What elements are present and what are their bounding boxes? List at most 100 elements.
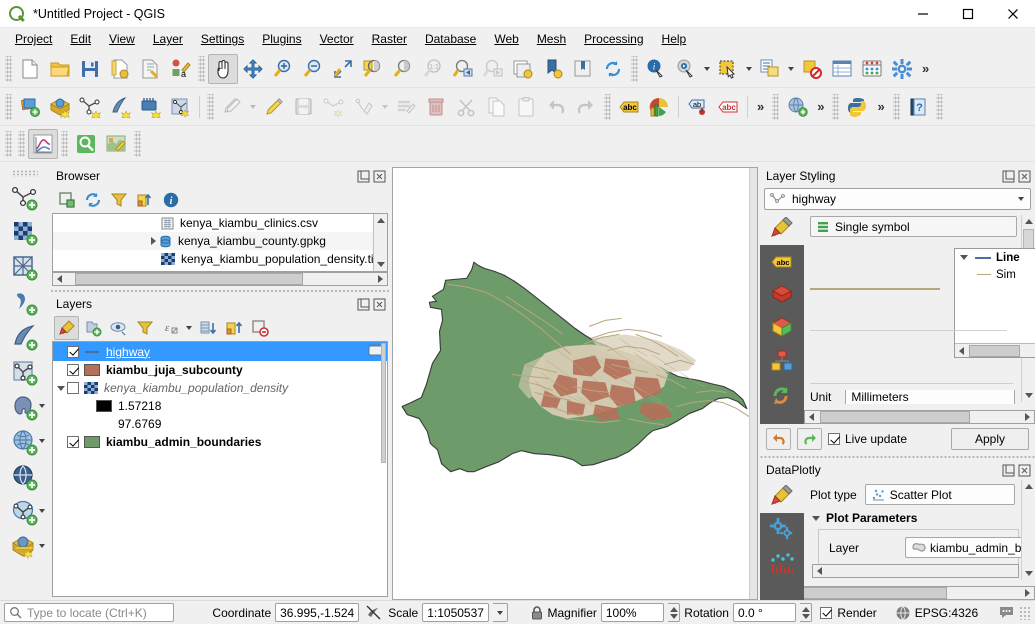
vertex-tool-dropdown[interactable] xyxy=(379,92,391,122)
cut-features-button[interactable] xyxy=(451,92,481,122)
highlight-labels-button[interactable]: abc xyxy=(713,92,743,122)
layer-visibility-checkbox[interactable] xyxy=(67,364,79,376)
add-wms-layer-button[interactable] xyxy=(135,92,165,122)
render-checkbox[interactable] xyxy=(820,606,833,619)
layer-visibility-checkbox[interactable] xyxy=(67,382,79,394)
layers-tree[interactable]: highway kiambu_juja_subcounty kenya_kiam… xyxy=(52,341,388,597)
rotation-stepper[interactable] xyxy=(800,603,813,622)
toolbar-grip[interactable] xyxy=(5,55,12,82)
select-features-button[interactable] xyxy=(713,54,743,84)
open-layer-styling-icon[interactable] xyxy=(54,315,79,340)
collapse-all-icon[interactable] xyxy=(221,316,246,340)
apply-button[interactable]: Apply xyxy=(951,428,1029,450)
expand-all-icon[interactable] xyxy=(195,316,220,340)
dataplotly-button[interactable] xyxy=(28,128,58,159)
plugins-overflow-chevron[interactable]: » xyxy=(872,99,889,114)
zoom-native-button[interactable]: 1:1 xyxy=(418,54,448,84)
new-project-button[interactable] xyxy=(15,54,45,84)
scroll-down-arrow[interactable] xyxy=(1022,567,1035,580)
unit-combo[interactable]: Millimeters xyxy=(845,390,1015,404)
diagrams-tab-icon[interactable] xyxy=(762,344,802,377)
quickosm-button[interactable] xyxy=(71,129,101,159)
run-feature-action-button[interactable] xyxy=(671,54,701,84)
coordinate-field[interactable]: 36.995,-1.524 xyxy=(275,603,360,622)
zoom-full-button[interactable] xyxy=(328,54,358,84)
modify-attributes-button[interactable] xyxy=(391,92,421,122)
renderer-type-combo[interactable]: Single symbol xyxy=(810,216,1017,237)
web-toolbar-button[interactable] xyxy=(782,92,812,122)
plot-parameters-group-header[interactable]: Plot Parameters xyxy=(804,505,1035,525)
maximize-button[interactable] xyxy=(945,0,990,28)
menu-view[interactable]: View xyxy=(100,30,144,48)
scroll-left-arrow[interactable] xyxy=(955,344,968,357)
browser-collapse-all-icon[interactable] xyxy=(132,188,157,212)
magnifier-field[interactable]: 100% xyxy=(600,603,665,622)
symbol-tree-row-line[interactable]: Line xyxy=(955,249,1035,266)
3d-view-tab-icon[interactable] xyxy=(762,311,802,344)
help-button[interactable]: ? xyxy=(903,92,933,122)
menu-layer[interactable]: Layer xyxy=(144,30,192,48)
zoom-next-button[interactable] xyxy=(478,54,508,84)
layer-row-highway[interactable]: highway xyxy=(53,342,387,361)
browser-item-clinics[interactable]: kenya_kiambu_clinics.csv xyxy=(53,214,387,232)
select-by-expression-button[interactable] xyxy=(755,54,785,84)
statistical-summary-button[interactable] xyxy=(857,54,887,84)
styling-undo-button[interactable] xyxy=(766,428,791,450)
collapse-icon[interactable] xyxy=(55,382,67,394)
zoom-out-button[interactable] xyxy=(298,54,328,84)
scroll-down-arrow[interactable] xyxy=(374,258,387,271)
layer-styling-close-icon[interactable] xyxy=(1018,170,1031,183)
collapse-icon[interactable] xyxy=(812,515,820,521)
magnifier-stepper[interactable] xyxy=(668,603,681,622)
add-raster-layer-vbutton[interactable] xyxy=(4,215,46,250)
save-project-button[interactable] xyxy=(75,54,105,84)
show-bookmarks-button[interactable] xyxy=(568,54,598,84)
add-postgis-layer-vbutton[interactable] xyxy=(4,390,46,425)
symbol-tree-hscroll[interactable] xyxy=(955,343,1035,357)
browser-horizontal-scrollbar[interactable] xyxy=(52,272,388,286)
layers-vertical-scrollbar[interactable] xyxy=(379,342,387,596)
toolbar-grip-attributes[interactable] xyxy=(631,55,638,82)
scroll-right-arrow[interactable] xyxy=(1021,587,1034,599)
layer-visibility-checkbox[interactable] xyxy=(67,345,79,358)
masks-tab-icon[interactable] xyxy=(762,278,802,311)
plot-settings-tab-icon[interactable] xyxy=(762,513,802,546)
copy-features-button[interactable] xyxy=(481,92,511,122)
toolbar-grip-web[interactable] xyxy=(772,93,780,120)
browser-add-layer-icon[interactable] xyxy=(54,188,79,212)
browser-refresh-icon[interactable] xyxy=(80,188,105,212)
remove-layer-icon[interactable] xyxy=(247,316,272,340)
delete-selected-button[interactable] xyxy=(421,92,451,122)
layer-param-combo[interactable]: kiambu_admin_boun xyxy=(905,537,1035,558)
toolbar-grip-python[interactable] xyxy=(832,93,840,120)
vertex-tool-button[interactable] xyxy=(349,92,379,122)
toolbar-grip-p2[interactable] xyxy=(18,130,25,157)
crs-value[interactable]: EPSG:4326 xyxy=(915,606,978,620)
layer-styling-undock-icon[interactable] xyxy=(1002,170,1015,183)
toolbar-grip-p1[interactable] xyxy=(5,130,12,157)
toolbar-grip-help[interactable] xyxy=(892,93,900,120)
scroll-left-arrow[interactable] xyxy=(805,411,818,423)
locator-search-input[interactable]: Type to locate (Ctrl+K) xyxy=(4,603,175,622)
toolbar-grip-nav[interactable] xyxy=(198,55,205,82)
new-bookmark-button[interactable] xyxy=(538,54,568,84)
options-button[interactable] xyxy=(887,54,917,84)
label-overflow-chevron[interactable]: » xyxy=(752,99,769,114)
refresh-map-button[interactable] xyxy=(598,54,628,84)
toolbar-grip-p4[interactable] xyxy=(134,130,141,157)
dataplotly-inner-hscroll[interactable] xyxy=(812,564,1019,578)
add-spatialite-layer-vbutton[interactable] xyxy=(4,320,46,355)
toolbar-grip-layers[interactable] xyxy=(5,93,12,120)
browser-undock-icon[interactable] xyxy=(357,170,370,183)
dataplotly-vscroll[interactable] xyxy=(1021,480,1035,580)
layers-undock-icon[interactable] xyxy=(357,298,370,311)
layer-row-juja[interactable]: kiambu_juja_subcounty xyxy=(53,361,387,379)
resize-grip[interactable] xyxy=(1019,605,1031,620)
add-wms-wmts-layer-vbutton[interactable] xyxy=(4,425,46,460)
layer-visibility-checkbox[interactable] xyxy=(67,436,79,448)
select-by-expression-dropdown[interactable] xyxy=(785,54,797,84)
add-delimited-text-button[interactable] xyxy=(105,92,135,122)
live-update-checkbox[interactable] xyxy=(828,433,840,445)
zoom-in-button[interactable] xyxy=(268,54,298,84)
messages-icon[interactable] xyxy=(998,605,1015,620)
